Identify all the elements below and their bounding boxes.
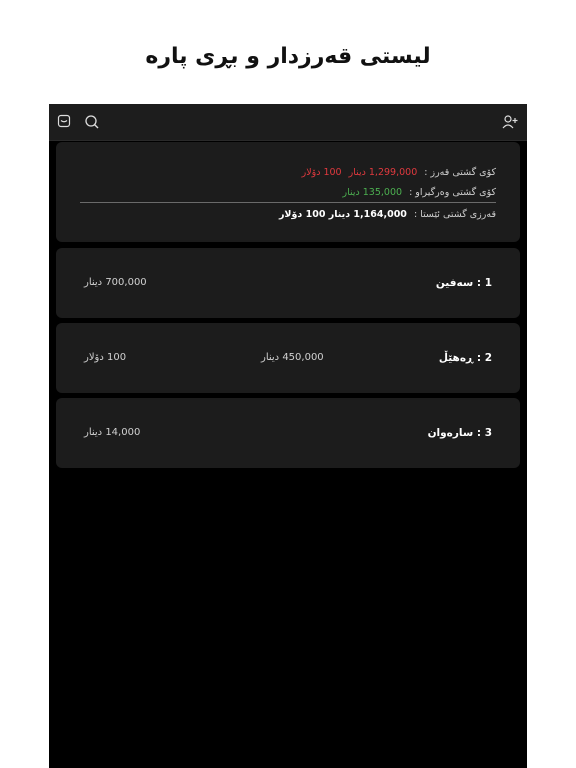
total-received-label: کۆی گشتی وەرگیراو : [409,187,496,198]
search-icon[interactable] [84,114,100,130]
debtor-name: 1 : سەفین [435,277,492,289]
summary-divider [80,202,496,203]
debtor-name: 2 : ڕەهێڵ [438,352,492,364]
debtor-name: 3 : سارەوان [427,427,492,439]
debtor-dinar: 700,000 دینار [84,277,147,288]
debtor-dinar: 450,000 دینار [261,352,324,363]
current-debt-line: قەرزی گشتی ئێستا : 1,164,000 دینار 100 د… [275,209,496,220]
app-window: کۆی گشتی قەرز : 1,299,000 دینار 100 دۆلا… [49,104,527,768]
total-debt-label: کۆی گشتی قەرز : [424,167,496,178]
debtor-row[interactable]: 2 : ڕەهێڵ 450,000 دینار 100 دۆلار [56,323,520,393]
toolbar [49,104,527,141]
add-user-icon[interactable] [502,114,518,130]
inbox-icon[interactable] [57,114,73,130]
summary-card: کۆی گشتی قەرز : 1,299,000 دینار 100 دۆلا… [56,142,520,242]
total-received-dinar: 135,000 دینار [342,187,403,198]
total-debt-dollar: 100 دۆلار [301,167,342,178]
debtor-dinar: 14,000 دینار [84,427,141,438]
debtor-row[interactable]: 3 : سارەوان 14,000 دینار [56,398,520,468]
page-title: لیستی قەرزدار و بڕی پارە [145,44,431,69]
current-debt-label: قەرزی گشتی ئێستا : [413,209,496,220]
total-debt-dinar: 1,299,000 دینار [348,167,418,178]
debtor-dollar: 100 دۆلار [84,352,127,363]
total-received-line: کۆی گشتی وەرگیراو : 135,000 دینار [339,187,497,198]
total-debt-line: کۆی گشتی قەرز : 1,299,000 دینار 100 دۆلا… [298,167,496,178]
debtor-row[interactable]: 1 : سەفین 700,000 دینار [56,248,520,318]
current-debt-value: 1,164,000 دینار 100 دۆلار [278,209,407,220]
